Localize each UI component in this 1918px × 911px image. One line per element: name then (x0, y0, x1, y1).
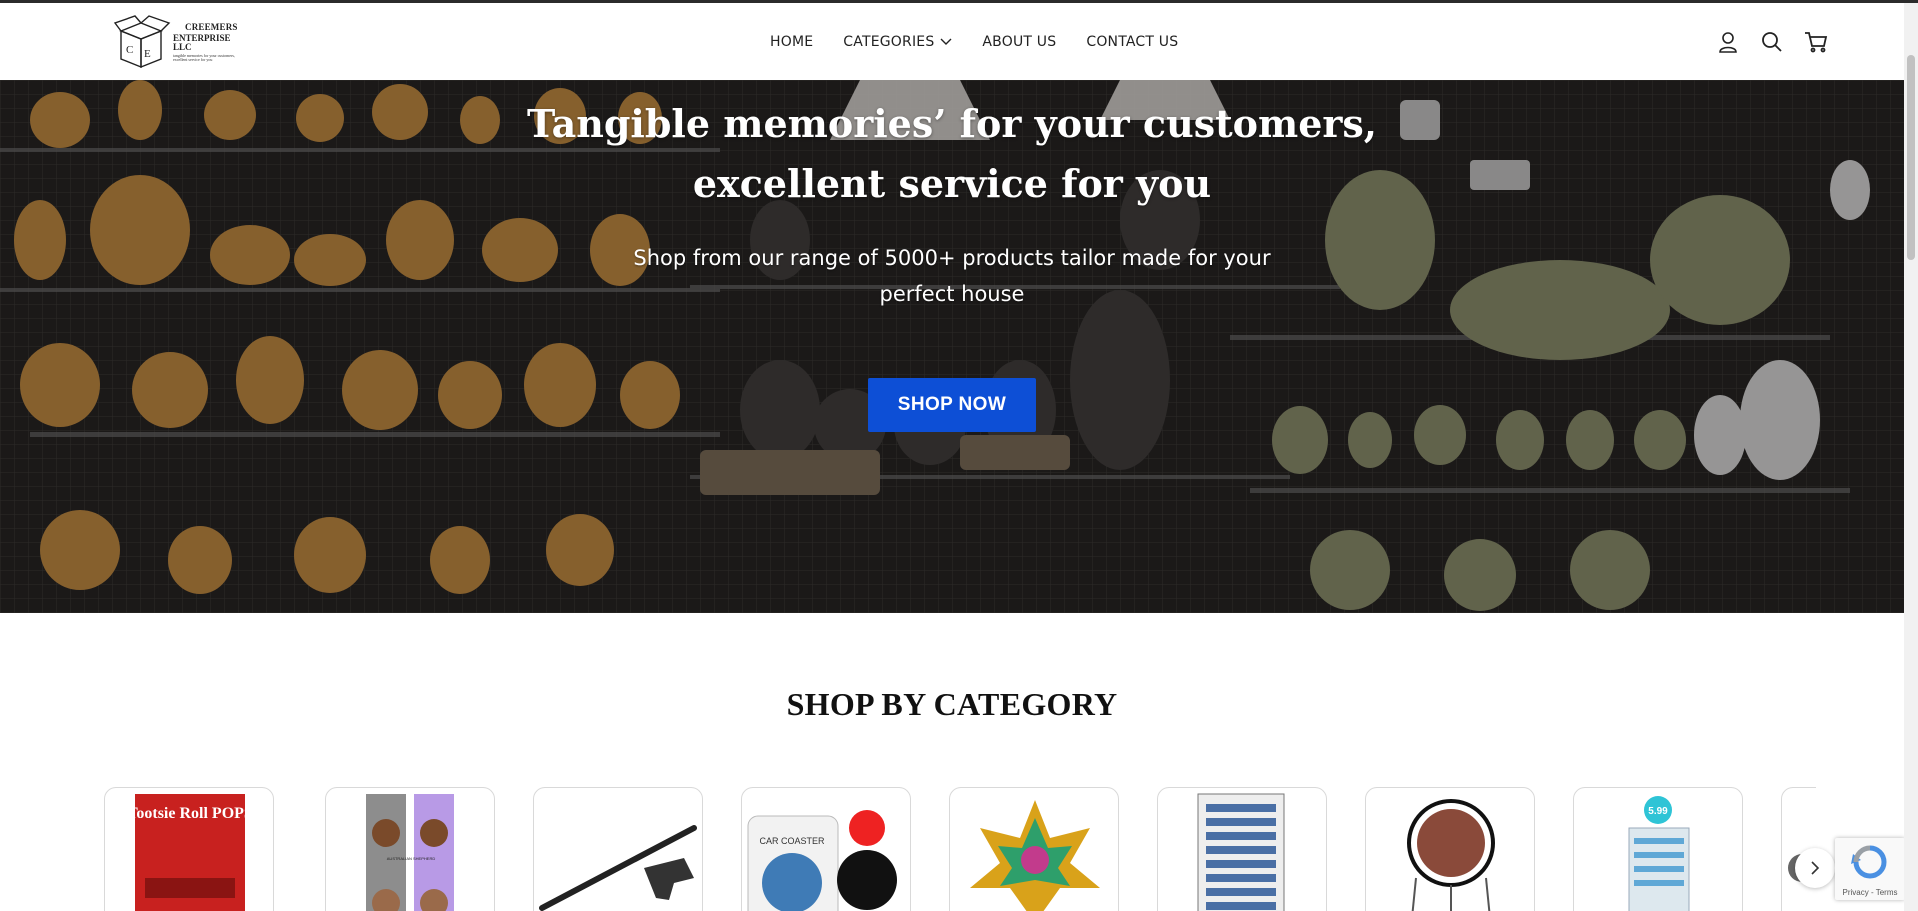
chevron-down-icon (940, 34, 952, 50)
search-icon[interactable] (1760, 30, 1784, 54)
site-header: C E CREEMERS ENTERPRISE LLC tangible mem… (0, 3, 1904, 80)
category-card-dream-catcher[interactable] (1365, 787, 1535, 911)
socks-card-text: AUSTRALIAN SHEPHERD (387, 856, 436, 861)
dog-socks-image: AUSTRALIAN SHEPHERD (366, 794, 454, 911)
pocket-knives-image (1197, 793, 1285, 911)
header-icons (1696, 3, 1904, 80)
crystal-lotus-image (970, 800, 1100, 911)
category-carousel: Tootsie Roll POPS AUSTRALIAN SHEPHERD CA… (104, 787, 1816, 911)
brand-tagline: tangible memories for your customers, ex… (173, 52, 235, 62)
cart-icon[interactable] (1804, 30, 1828, 54)
gun-cane-image (539, 825, 697, 911)
main-nav: HOME CATEGORIES ABOUT US CONTACT US (770, 3, 1208, 80)
chevron-right-icon (1811, 861, 1820, 875)
hero-banner: Tangible memories’ for your customers, e… (0, 80, 1904, 613)
brand-logo[interactable]: C E CREEMERS ENTERPRISE LLC tangible mem… (113, 13, 248, 71)
recaptcha-icon (1851, 845, 1887, 879)
category-card-gun-cane[interactable] (533, 787, 703, 911)
nav-home[interactable]: HOME (770, 34, 813, 50)
tootsie-card-text: Tootsie Roll POPS (127, 805, 253, 822)
nav-categories-label: CATEGORIES (843, 33, 935, 50)
category-card-dog-socks[interactable]: AUSTRALIAN SHEPHERD (325, 787, 495, 911)
hero-subtitle: Shop from our range of 5000+ products ta… (633, 246, 1271, 306)
category-card-pocket-knives[interactable] (1157, 787, 1327, 911)
logo-monogram-c: C (126, 44, 133, 56)
nav-contact-us[interactable]: CONTACT US (1086, 34, 1178, 50)
carousel-next-button[interactable] (1795, 848, 1835, 888)
recaptcha-links[interactable]: Privacy - Terms (1835, 888, 1905, 897)
category-card-car-coaster[interactable]: CAR COASTER (741, 787, 911, 911)
shop-by-category-title: SHOP BY CATEGORY (786, 686, 1118, 722)
logo-box-icon: C E (113, 15, 171, 69)
nav-about-us[interactable]: ABOUT US (982, 34, 1056, 50)
display-rack-image: 5.99 (1628, 796, 1690, 911)
account-icon[interactable] (1716, 30, 1740, 54)
price-tag-text: 5.99 (1648, 806, 1668, 817)
hero-content: Tangible memories’ for your customers, e… (0, 80, 1904, 432)
category-card-display-rack[interactable]: 5.99 (1573, 787, 1743, 911)
brand-line2: ENTERPRISE LLC (173, 32, 231, 52)
category-card-tootsie-roll-pops[interactable]: Tootsie Roll POPS (104, 787, 274, 911)
car-coaster-text: CAR COASTER (759, 836, 825, 846)
brand-name: CREEMERS ENTERPRISE LLC tangible memorie… (173, 21, 248, 62)
shop-now-button[interactable]: SHOP NOW (868, 378, 1036, 432)
category-card-crystal-lotus[interactable] (949, 787, 1119, 911)
dream-catcher-image (1407, 799, 1495, 911)
nav-about-label: ABOUT US (982, 33, 1057, 50)
page-scrollbar[interactable] (1904, 3, 1918, 911)
nav-contact-label: CONTACT US (1086, 33, 1179, 50)
logo-monogram-e: E (144, 48, 151, 60)
tootsie-roll-pops-image: Tootsie Roll POPS (127, 794, 253, 911)
nav-home-label: HOME (770, 33, 814, 50)
scrollbar-thumb[interactable] (1907, 55, 1915, 260)
recaptcha-badge[interactable]: Privacy - Terms (1835, 838, 1905, 900)
nav-categories[interactable]: CATEGORIES (843, 34, 952, 50)
brand-line1: CREEMERS (185, 21, 238, 32)
hero-title: Tangible memories’ for your customers, e… (526, 101, 1378, 206)
car-coaster-image: CAR COASTER (747, 810, 897, 911)
